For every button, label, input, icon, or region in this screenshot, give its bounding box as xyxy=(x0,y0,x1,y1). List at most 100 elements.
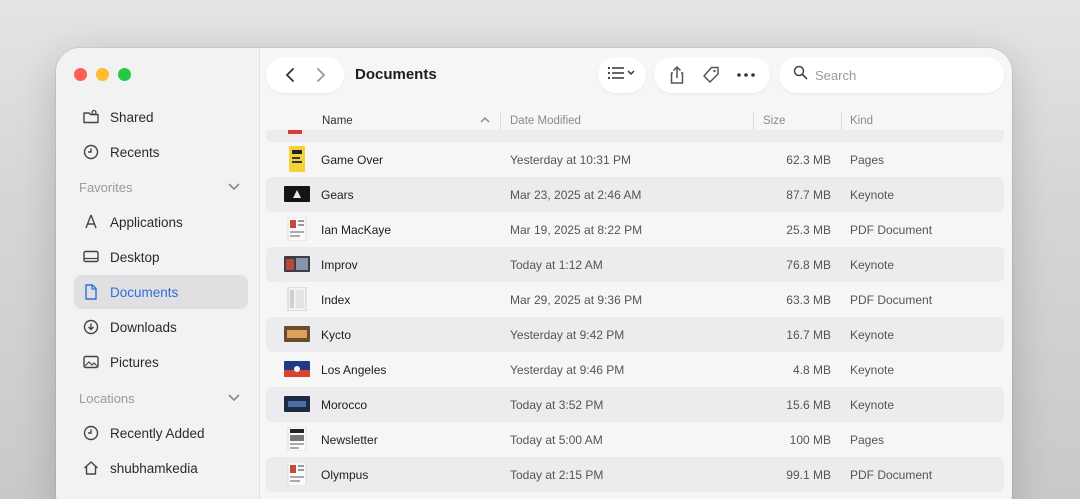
file-size: 87.7 MB xyxy=(786,188,831,202)
file-name: Olympus xyxy=(321,468,369,482)
navigation-controls xyxy=(266,57,344,93)
file-name: Gears xyxy=(321,188,354,202)
file-kind: Keynote xyxy=(850,258,895,272)
finder-window: Shared Recents Favorites Applications De… xyxy=(56,48,1012,499)
shared-folder-icon xyxy=(82,108,100,126)
file-thumbnail xyxy=(284,323,310,345)
sidebar-item-label: Shared xyxy=(110,109,154,125)
table-row[interactable] xyxy=(266,130,1004,142)
file-date-modified: Today at 1:12 AM xyxy=(510,258,603,272)
more-icon[interactable] xyxy=(736,72,756,78)
file-kind: Keynote xyxy=(850,328,895,342)
sidebar-item-recently-added[interactable]: Recently Added xyxy=(74,416,248,450)
file-name: Ian MacKaye xyxy=(321,223,392,237)
file-name: Index xyxy=(321,293,351,307)
file-kind: PDF Document xyxy=(850,293,933,307)
sort-ascending-icon[interactable] xyxy=(479,115,491,128)
favorites-label: Favorites xyxy=(79,179,133,195)
file-size: 76.8 MB xyxy=(786,258,831,272)
file-size: 100 MB xyxy=(789,433,831,447)
sidebar-item-label: Applications xyxy=(110,214,183,230)
view-options-button[interactable] xyxy=(598,57,646,93)
table-row[interactable]: Game Over Yesterday at 10:31 PM 62.3 MB Pag… xyxy=(266,142,1004,177)
forward-button[interactable] xyxy=(314,67,328,83)
file-date-modified: Today at 2:15 PM xyxy=(510,468,604,482)
table-row[interactable]: Kycto Yesterday at 9:42 PM 16.7 MB Keynote xyxy=(266,317,1004,352)
file-thumbnail xyxy=(288,130,302,134)
file-date-modified: Yesterday at 9:46 PM xyxy=(510,363,625,377)
table-row[interactable]: Los Angeles Yesterday at 9:46 PM 4.8 MB Key… xyxy=(266,352,1004,387)
close-button[interactable] xyxy=(74,68,87,81)
sidebar: Shared Recents Favorites Applications De… xyxy=(56,48,260,499)
file-date-modified: Today at 5:00 AM xyxy=(510,433,603,447)
file-name: Game Over xyxy=(321,153,384,167)
locations-label: Locations xyxy=(79,390,135,406)
table-row[interactable]: Olympus Today at 2:15 PM 99.1 MB PDF Docume… xyxy=(266,457,1004,492)
file-date-modified: Yesterday at 9:42 PM xyxy=(510,328,625,342)
column-size[interactable]: Size xyxy=(763,115,785,127)
download-icon xyxy=(82,318,100,336)
column-divider[interactable] xyxy=(500,112,501,131)
sidebar-item-recents[interactable]: Recents xyxy=(74,135,248,169)
sidebar-item-documents[interactable]: Documents xyxy=(74,275,248,309)
sidebar-item-pictures[interactable]: Pictures xyxy=(74,345,248,379)
file-thumbnail xyxy=(284,462,310,486)
file-name: Morocco xyxy=(321,398,368,412)
tag-icon[interactable] xyxy=(701,65,721,85)
search-field[interactable] xyxy=(779,57,1004,93)
file-name: Newsletter xyxy=(321,433,378,447)
column-date-modified[interactable]: Date Modified xyxy=(510,115,581,127)
sidebar-item-downloads[interactable]: Downloads xyxy=(74,310,248,344)
file-date-modified: Yesterday at 10:31 PM xyxy=(510,153,631,167)
table-row[interactable]: Newsletter Today at 5:00 AM 100 MB Pages xyxy=(266,422,1004,457)
sidebar-item-home[interactable]: shubhamkedia xyxy=(74,451,248,485)
file-name: Los Angeles xyxy=(321,363,387,377)
chevron-down-icon[interactable] xyxy=(227,391,241,406)
file-kind: Pages xyxy=(850,153,885,167)
photo-icon xyxy=(82,353,100,371)
zoom-button[interactable] xyxy=(118,68,131,81)
favorites-section-header[interactable]: Favorites xyxy=(79,177,241,197)
clock-icon xyxy=(82,143,100,161)
file-kind: Keynote xyxy=(850,363,895,377)
sidebar-item-shared[interactable]: Shared xyxy=(74,100,248,134)
search-input[interactable] xyxy=(815,67,985,83)
clock-icon xyxy=(82,424,100,442)
share-icon[interactable] xyxy=(668,65,686,85)
sidebar-item-label: Desktop xyxy=(110,249,160,265)
column-divider[interactable] xyxy=(841,112,842,131)
table-row[interactable]: Morocco Today at 3:52 PM 15.6 MB Keynote xyxy=(266,387,1004,422)
file-kind: PDF Document xyxy=(850,468,933,482)
window-title: Documents xyxy=(355,66,437,83)
file-thumbnail xyxy=(284,358,310,380)
column-kind[interactable]: Kind xyxy=(850,115,873,127)
sidebar-item-label: Recently Added xyxy=(110,425,205,441)
sidebar-item-desktop[interactable]: Desktop xyxy=(74,240,248,274)
sidebar-item-label: Pictures xyxy=(110,354,159,370)
file-kind: PDF Document xyxy=(850,223,933,237)
file-size: 62.3 MB xyxy=(786,153,831,167)
sidebar-item-label: Downloads xyxy=(110,319,177,335)
file-thumbnail xyxy=(284,287,310,311)
file-kind: Keynote xyxy=(850,398,895,412)
table-row[interactable]: Ian MacKaye Mar 19, 2025 at 8:22 PM 25.3 M… xyxy=(266,212,1004,247)
table-row[interactable]: Gears Mar 23, 2025 at 2:46 AM 87.7 MB Keyno… xyxy=(266,177,1004,212)
file-kind: Keynote xyxy=(850,188,895,202)
file-size: 99.1 MB xyxy=(786,468,831,482)
chevron-down-icon[interactable] xyxy=(227,180,241,195)
minimize-button[interactable] xyxy=(96,68,109,81)
column-divider[interactable] xyxy=(753,112,754,131)
sidebar-item-label: Documents xyxy=(110,284,179,300)
file-thumbnail xyxy=(284,393,310,415)
column-name[interactable]: Name xyxy=(322,115,353,127)
back-button[interactable] xyxy=(283,67,297,83)
file-name: Kycto xyxy=(321,328,352,342)
file-thumbnail xyxy=(284,217,310,241)
table-row[interactable]: Improv Today at 1:12 AM 76.8 MB Keynote xyxy=(266,247,1004,282)
home-icon xyxy=(82,459,100,477)
sidebar-item-applications[interactable]: Applications xyxy=(74,205,248,239)
file-size: 16.7 MB xyxy=(786,328,831,342)
table-row[interactable]: Index Mar 29, 2025 at 9:36 PM 63.3 MB PDF D… xyxy=(266,282,1004,317)
file-date-modified: Mar 19, 2025 at 8:22 PM xyxy=(510,223,643,237)
locations-section-header[interactable]: Locations xyxy=(79,388,241,408)
